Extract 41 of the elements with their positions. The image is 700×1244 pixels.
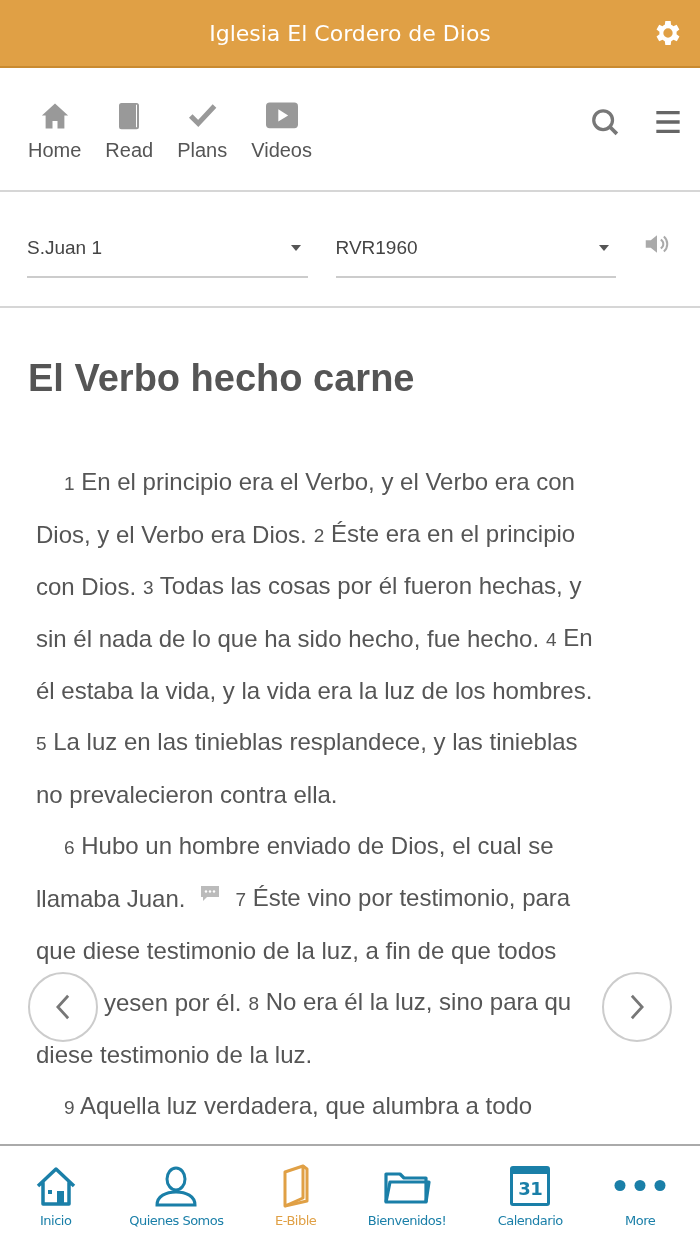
verse-text: que diese testimonio de la luz, a fin de que todos bbox=[36, 937, 557, 965]
verse-text: sin él nada de lo que ha sido hecho, fue hecho. bbox=[36, 625, 540, 653]
verse-text: diese testimonio de la luz. bbox=[36, 1041, 313, 1069]
calendar-icon: 31 bbox=[510, 1165, 551, 1206]
toolbar-button[interactable]: Read bbox=[95, 96, 164, 166]
chevron-right-icon bbox=[630, 994, 644, 1020]
nav-tab[interactable]: Quienes Somos bbox=[127, 1162, 226, 1228]
app-title: Iglesia El Cordero de Dios bbox=[209, 20, 491, 46]
nav-tab[interactable]: Bienvenidos! bbox=[365, 1162, 449, 1228]
verse-text: 4 En bbox=[546, 624, 593, 653]
verse-text: 5 La luz en las tinieblas resplandece, y las tinieblas bbox=[36, 728, 578, 757]
more-icon bbox=[614, 1180, 667, 1191]
verse-text: 9 Aquella luz verdadera, que alumbra a todo bbox=[64, 1092, 533, 1121]
chapter-heading: El Verbo hecho carne bbox=[28, 356, 416, 400]
verse-text: 6 Hubo un hombre enviado de Dios, el cual se bbox=[64, 832, 554, 861]
caret-icon bbox=[289, 244, 302, 252]
verse-text: llamaba Juan. bbox=[36, 885, 186, 913]
dropdown-field[interactable]: RVR1960 bbox=[335, 220, 616, 278]
verse-text: 8 No era él la luz, sino para qu bbox=[248, 988, 572, 1017]
verse-text: no prevalecieron contra ella. bbox=[36, 781, 338, 809]
nav-tab[interactable]: 31 Calendario bbox=[495, 1162, 565, 1228]
verse-text: yesen por él. bbox=[104, 989, 242, 1017]
verse-text: él estaba la vida, y la vida era la luz de los hombres. bbox=[36, 677, 593, 705]
verse-text: 7 Éste vino por testimonio, para bbox=[235, 884, 571, 913]
comment-icon[interactable] bbox=[200, 885, 221, 903]
verse-text: 3 Todas las cosas por él fueron hechas, y bbox=[143, 572, 582, 601]
toolbar-button[interactable]: Videos bbox=[241, 96, 322, 166]
toolbar-button[interactable]: Plans bbox=[167, 96, 238, 166]
caret-icon bbox=[598, 244, 610, 252]
verse-text: Dios, y el Verbo era Dios. bbox=[36, 521, 307, 549]
toolbar-button[interactable]: Home bbox=[18, 96, 92, 166]
verse-text: 2 Éste era en el principio bbox=[313, 520, 576, 549]
nav-tab[interactable]: Inicio bbox=[31, 1162, 80, 1228]
menu-icon[interactable] bbox=[654, 108, 682, 136]
verse-text: con Dios. bbox=[36, 573, 137, 601]
chevron-left-icon bbox=[56, 994, 70, 1020]
dropdown-field[interactable]: S.Juan 1 bbox=[27, 220, 308, 278]
nav-tab[interactable]: More bbox=[612, 1162, 669, 1228]
verse-text: 1 En el principio era el Verbo, y el Verbo era con bbox=[64, 468, 575, 497]
search-icon[interactable] bbox=[590, 107, 620, 137]
play-icon bbox=[265, 100, 298, 131]
